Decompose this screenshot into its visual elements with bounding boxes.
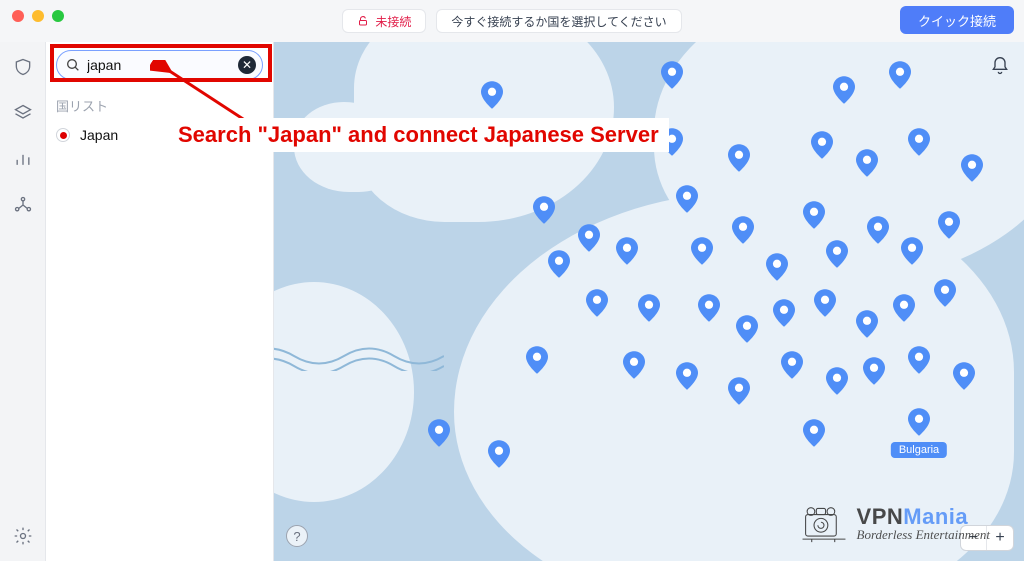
country-item-label: Japan xyxy=(80,127,118,143)
map-pin[interactable] xyxy=(826,240,848,268)
country-list-header: 国リスト xyxy=(56,96,263,115)
map-landmass xyxy=(274,282,414,502)
map-pin[interactable] xyxy=(863,357,885,385)
map-pin[interactable] xyxy=(814,289,836,317)
watermark: VPNMania Borderless Entertainment xyxy=(801,503,990,543)
rail-stats-icon[interactable] xyxy=(12,148,34,170)
map-pin[interactable] xyxy=(908,346,930,374)
map-pin[interactable] xyxy=(488,440,510,468)
map-pin[interactable] xyxy=(638,294,660,322)
search-icon xyxy=(65,57,81,73)
help-button[interactable]: ? xyxy=(286,525,308,547)
window-zoom-dot[interactable] xyxy=(52,10,64,22)
map-pin[interactable] xyxy=(526,346,548,374)
map-pin[interactable] xyxy=(811,131,833,159)
unlock-icon xyxy=(357,15,369,27)
map-pin[interactable] xyxy=(961,154,983,182)
map-pin[interactable] xyxy=(856,310,878,338)
map-pin[interactable] xyxy=(781,351,803,379)
map-pin-labeled[interactable] xyxy=(908,408,930,436)
map-pin[interactable] xyxy=(481,81,503,109)
connection-status-text: 未接続 xyxy=(375,13,411,30)
connection-status-pill: 未接続 xyxy=(342,9,426,33)
map-wave-decoration xyxy=(274,341,444,371)
map-pin[interactable] xyxy=(616,237,638,265)
rail-settings-icon[interactable] xyxy=(12,525,34,547)
map-pin[interactable] xyxy=(934,279,956,307)
rail-shield-icon[interactable] xyxy=(12,56,34,78)
zoom-in-button[interactable]: + xyxy=(987,526,1013,550)
map-pin[interactable] xyxy=(736,315,758,343)
map-pin[interactable] xyxy=(773,299,795,327)
watermark-brand: VPNMania xyxy=(857,505,990,528)
map-pin[interactable] xyxy=(586,289,608,317)
map-pin[interactable] xyxy=(428,419,450,447)
rail-layers-icon[interactable] xyxy=(12,102,34,124)
map-pin[interactable] xyxy=(901,237,923,265)
clear-search-button[interactable]: ✕ xyxy=(238,56,256,74)
left-icon-rail xyxy=(0,42,46,561)
connection-prompt: 今すぐ接続するか国を選択してください xyxy=(436,9,681,33)
map-pin[interactable] xyxy=(893,294,915,322)
map-pin[interactable] xyxy=(803,419,825,447)
connection-prompt-text: 今すぐ接続するか国を選択してください xyxy=(451,13,666,30)
map-pin[interactable] xyxy=(908,128,930,156)
map-pin-tooltip: Bulgaria xyxy=(891,442,947,458)
map-pin[interactable] xyxy=(548,250,570,278)
map-pin[interactable] xyxy=(533,196,555,224)
annotation-text: Search "Japan" and connect Japanese Serv… xyxy=(168,118,669,152)
notifications-bell-icon[interactable] xyxy=(990,56,1010,76)
map-pin[interactable] xyxy=(676,362,698,390)
map-pin[interactable] xyxy=(676,185,698,213)
quick-connect-button[interactable]: クイック接続 xyxy=(900,6,1014,34)
map-pin[interactable] xyxy=(833,76,855,104)
map-pin[interactable] xyxy=(623,351,645,379)
topbar: 未接続 今すぐ接続するか国を選択してください xyxy=(0,6,1024,36)
map-pin[interactable] xyxy=(953,362,975,390)
map-pin[interactable] xyxy=(803,201,825,229)
map-pin[interactable] xyxy=(578,224,600,252)
map-pin[interactable] xyxy=(728,144,750,172)
map-pin[interactable] xyxy=(766,253,788,281)
window-traffic-lights xyxy=(12,10,64,22)
watermark-camera-icon xyxy=(801,503,847,543)
map-pin[interactable] xyxy=(889,61,911,89)
search-input[interactable] xyxy=(56,50,263,80)
window-close-dot[interactable] xyxy=(12,10,24,22)
rail-node-icon[interactable] xyxy=(12,194,34,216)
map-pin[interactable] xyxy=(867,216,889,244)
map-pin[interactable] xyxy=(661,61,683,89)
map-pin[interactable] xyxy=(938,211,960,239)
map-pin[interactable] xyxy=(698,294,720,322)
map-pin[interactable] xyxy=(856,149,878,177)
map-pin[interactable] xyxy=(826,367,848,395)
map-pin[interactable] xyxy=(691,237,713,265)
watermark-tagline: Borderless Entertainment xyxy=(857,528,990,542)
window-minimize-dot[interactable] xyxy=(32,10,44,22)
search-wrap: ✕ xyxy=(56,50,263,80)
flag-japan-icon xyxy=(56,128,70,142)
map-pin[interactable] xyxy=(728,377,750,405)
map-pin[interactable] xyxy=(732,216,754,244)
